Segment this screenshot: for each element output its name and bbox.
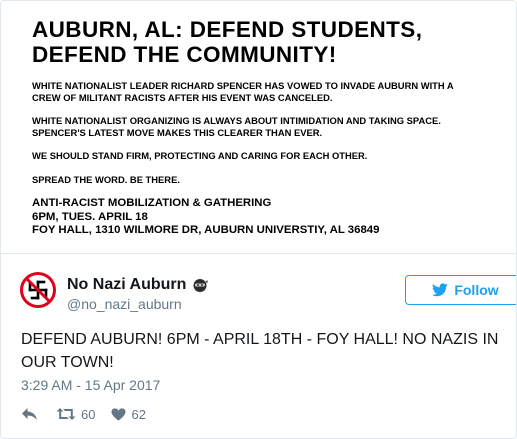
- like-button[interactable]: 62: [111, 406, 146, 422]
- avatar[interactable]: [20, 272, 56, 308]
- flyer-event-line: 6PM, TUES. APRIL 18: [32, 210, 148, 223]
- flyer-paragraph-line: WHITE NATIONALIST LEADER RICHARD SPENCER…: [32, 80, 454, 91]
- flyer-event-details: ANTI-RACIST MOBILIZATION & GATHERING 6PM…: [32, 197, 494, 238]
- follow-button-label: Follow: [454, 282, 499, 298]
- tweet-actions: 60 62: [21, 404, 146, 424]
- author-handle[interactable]: @no_nazi_auburn: [67, 296, 182, 312]
- twitter-bird-icon: [432, 283, 449, 297]
- flyer-paragraph: WHITE NATIONALIST LEADER RICHARD SPENCER…: [32, 80, 494, 104]
- flyer-title: AUBURN, AL: DEFEND STUDENTS, DEFEND THE …: [32, 17, 494, 67]
- follow-button[interactable]: Follow: [405, 275, 516, 305]
- tweet-timestamp[interactable]: 3:29 AM - 15 Apr 2017: [21, 377, 160, 393]
- tweet-text-line: OUR TOWN!: [21, 354, 114, 371]
- embedded-tweet: AUBURN, AL: DEFEND STUDENTS, DEFEND THE …: [0, 0, 517, 439]
- reply-button[interactable]: [21, 407, 38, 421]
- author-display-name[interactable]: No Nazi Auburn: [67, 275, 186, 295]
- flyer-title-line: DEFEND THE COMMUNITY!: [32, 42, 337, 67]
- flyer-paragraph-line: WHITE NATIONALIST ORGANIZING IS ALWAYS A…: [32, 115, 441, 126]
- ninja-icon: [193, 279, 208, 292]
- like-count: 62: [131, 406, 146, 422]
- tweet-header: No Nazi Auburn @no_nazi_auburn Follow: [20, 271, 516, 315]
- tweet-text: DEFEND AUBURN! 6PM - APRIL 18TH - FOY HA…: [21, 328, 501, 374]
- flyer-event-line: ANTI-RACIST MOBILIZATION & GATHERING: [32, 197, 272, 209]
- author-name-row[interactable]: No Nazi Auburn: [67, 275, 208, 295]
- flyer-title-line: AUBURN, AL: DEFEND STUDENTS,: [32, 17, 423, 42]
- flyer-image[interactable]: AUBURN, AL: DEFEND STUDENTS, DEFEND THE …: [1, 1, 516, 254]
- flyer-paragraph: WE SHOULD STAND FIRM, PROTECTING AND CAR…: [32, 150, 368, 161]
- no-swastika-icon: [20, 272, 56, 308]
- flyer-event-line: FOY HALL, 1310 WILMORE DR, AUBURN UNIVER…: [32, 224, 380, 236]
- flyer-paragraph: WHITE NATIONALIST ORGANIZING IS ALWAYS A…: [32, 115, 494, 139]
- retweet-icon: [56, 408, 76, 420]
- heart-icon: [111, 407, 126, 421]
- retweet-count: 60: [81, 406, 96, 422]
- flyer-paragraph-line: SPENCER'S LATEST MOVE MAKES THIS CLEARER…: [32, 127, 323, 138]
- tweet-text-line: DEFEND AUBURN! 6PM - APRIL 18TH - FOY HA…: [21, 331, 499, 348]
- flyer-paragraph: SPREAD THE WORD. BE THERE.: [32, 174, 180, 185]
- reply-icon: [22, 408, 37, 420]
- flyer-paragraph-line: CREW OF MILITANT RACISTS AFTER HIS EVENT…: [32, 92, 333, 103]
- retweet-button[interactable]: 60: [56, 407, 95, 422]
